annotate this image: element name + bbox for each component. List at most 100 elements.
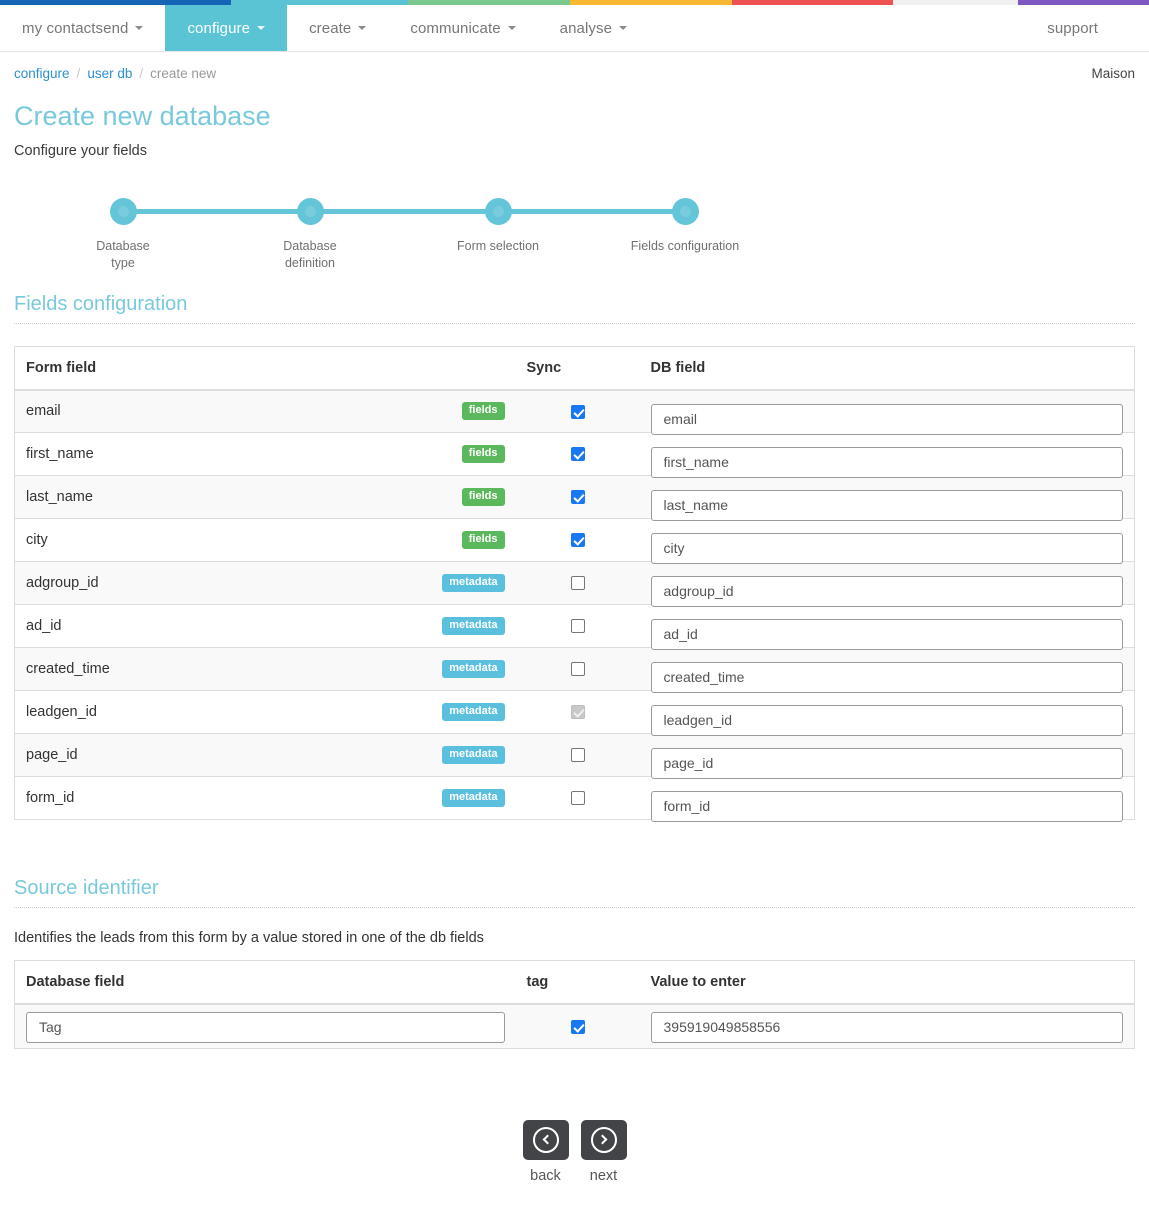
db-field-input[interactable] — [650, 661, 1123, 693]
db-field-input[interactable] — [650, 489, 1123, 521]
db-field-cell — [639, 518, 1135, 564]
next-button[interactable] — [580, 1119, 627, 1160]
table-head: Form field Sync DB field — [14, 346, 1135, 391]
database-field-cell — [14, 1003, 516, 1049]
form-field-name: ad_id — [26, 618, 62, 635]
wizard-navigation: back next — [14, 1119, 1135, 1184]
stepper-step-label: Database definition — [283, 238, 337, 270]
db-field-cell — [639, 475, 1135, 521]
sync-checkbox-cell — [515, 690, 640, 734]
table-row: page_id metadata — [14, 733, 1135, 779]
db-field-input[interactable] — [650, 747, 1123, 779]
form-field-cell: ad_id metadata — [14, 604, 516, 648]
sync-checkbox[interactable] — [570, 533, 585, 548]
table-head: Database field tag Value to enter — [14, 960, 1135, 1006]
database-field-input[interactable] — [26, 1011, 505, 1043]
sync-checkbox[interactable] — [570, 619, 585, 634]
nav-item-label: my contactsend — [22, 19, 129, 37]
form-field-name: page_id — [26, 747, 78, 764]
chevron-down-icon — [358, 26, 367, 30]
db-field-input[interactable] — [650, 446, 1123, 478]
column-header-form-field: Form field — [14, 346, 516, 391]
sync-checkbox-cell — [515, 733, 640, 777]
column-header-sync: Sync — [515, 346, 640, 391]
db-field-input[interactable] — [650, 532, 1123, 564]
form-field-cell: email fields — [14, 389, 516, 433]
form-field-cell: page_id metadata — [14, 733, 516, 777]
main-navbar: my contactsend configure create communic… — [0, 5, 1149, 52]
table-row — [14, 1003, 1135, 1049]
sync-checkbox[interactable] — [570, 662, 585, 677]
db-field-cell — [639, 647, 1135, 693]
stepper-connector-line — [123, 208, 685, 214]
db-field-input[interactable] — [650, 790, 1123, 822]
stepper-dot-icon — [296, 197, 324, 225]
stepper-step-1[interactable]: Database type — [43, 197, 203, 272]
table-row: created_time metadata — [14, 647, 1135, 693]
sync-checkbox-cell — [515, 776, 640, 820]
chevron-down-icon — [257, 26, 266, 30]
table-row: form_id metadata — [14, 776, 1135, 822]
form-field-name: created_time — [26, 661, 110, 678]
db-field-input[interactable] — [650, 618, 1123, 650]
fields-configuration-heading: Fields configuration — [14, 292, 188, 315]
sync-checkbox[interactable] — [570, 447, 585, 462]
breadcrumb-item-create-new: create new — [150, 66, 217, 81]
form-field-cell: leadgen_id metadata — [14, 690, 516, 734]
breadcrumb-item-user-db[interactable]: user db — [87, 66, 132, 81]
column-header-value-to-enter: Value to enter — [639, 960, 1135, 1006]
stepper-dot-icon — [109, 197, 137, 225]
nav-item-label: create — [309, 19, 352, 37]
field-type-badge: metadata — [442, 660, 505, 679]
sync-checkbox[interactable] — [570, 404, 585, 419]
back-button[interactable] — [522, 1119, 569, 1160]
db-field-cell — [639, 733, 1135, 779]
nav-item-my-contactsend[interactable]: my contactsend — [0, 5, 165, 51]
db-field-input[interactable] — [650, 575, 1123, 607]
field-type-badge: metadata — [442, 574, 505, 593]
form-field-name: form_id — [26, 790, 75, 807]
db-field-input[interactable] — [650, 403, 1123, 435]
field-type-badge: metadata — [442, 789, 505, 808]
nav-item-analyse[interactable]: analyse — [538, 5, 649, 51]
sync-checkbox[interactable] — [570, 791, 585, 806]
db-field-cell — [639, 561, 1135, 607]
section-divider — [14, 907, 1135, 909]
breadcrumb-item-configure[interactable]: configure — [14, 66, 70, 81]
stepper-step-4[interactable]: Fields configuration — [605, 197, 765, 255]
form-field-name: city — [26, 532, 48, 549]
stepper-step-label: Fields configuration — [630, 238, 740, 253]
sync-checkbox[interactable] — [570, 748, 585, 763]
nav-item-support[interactable]: support — [1025, 20, 1120, 37]
sync-checkbox-cell — [515, 647, 640, 691]
column-header-tag: tag — [515, 960, 640, 1006]
sync-checkbox[interactable] — [570, 576, 585, 591]
chevron-down-icon — [507, 26, 516, 30]
tag-checkbox[interactable] — [570, 1019, 585, 1034]
stepper-step-2[interactable]: Database definition — [230, 197, 390, 272]
table-row: first_name fields — [14, 432, 1135, 478]
sync-checkbox — [570, 705, 585, 720]
value-to-enter-input[interactable] — [650, 1011, 1123, 1043]
back-group: back — [522, 1119, 569, 1184]
stepper-step-3[interactable]: Form selection — [418, 197, 578, 255]
nav-item-communicate[interactable]: communicate — [388, 5, 537, 51]
db-field-input[interactable] — [650, 704, 1123, 736]
form-field-cell: form_id metadata — [14, 776, 516, 820]
stepper-dot-icon — [671, 197, 699, 225]
field-type-badge: fields — [461, 445, 505, 464]
nav-item-configure[interactable]: configure — [165, 5, 288, 51]
nav-item-label: configure — [187, 19, 251, 37]
chevron-down-icon — [135, 26, 144, 30]
navbar-spacer — [649, 5, 1025, 51]
back-button-label: back — [530, 1167, 561, 1184]
field-type-badge: fields — [461, 531, 505, 550]
next-group: next — [580, 1119, 627, 1184]
nav-item-create[interactable]: create — [287, 5, 388, 51]
tag-checkbox-cell — [515, 1003, 640, 1049]
sync-checkbox[interactable] — [570, 490, 585, 505]
form-field-name: email — [26, 403, 61, 420]
page-title: Create new database — [14, 101, 271, 131]
table-row: city fields — [14, 518, 1135, 564]
db-field-cell — [639, 776, 1135, 822]
